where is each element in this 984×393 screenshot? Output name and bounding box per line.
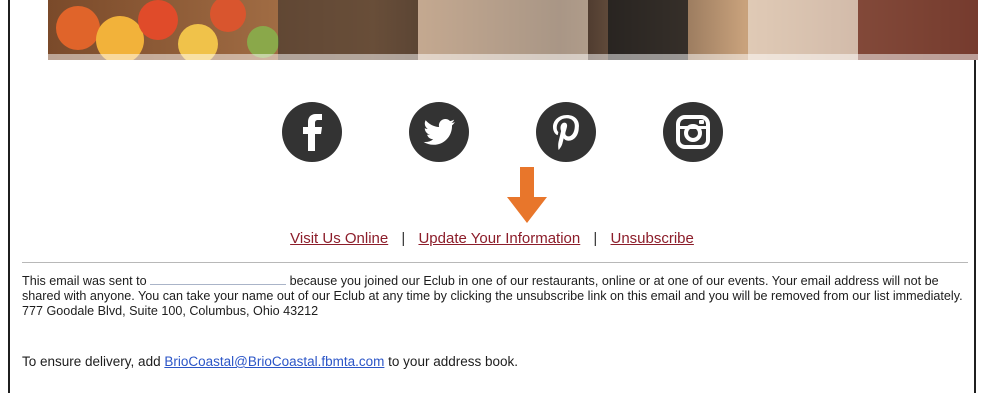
unsubscribe-link[interactable]: Unsubscribe <box>611 230 694 247</box>
sender-email-link[interactable]: BrioCoastal@BrioCoastal.fbmta.com <box>164 354 384 369</box>
footer-links: Visit Us Online | Update Your Informatio… <box>10 230 974 247</box>
disclaimer-text: This email was sent to because you joine… <box>22 274 972 319</box>
separator: | <box>401 230 406 247</box>
separator: | <box>593 230 598 247</box>
down-arrow-icon <box>507 167 547 223</box>
delivery-note: To ensure delivery, add BrioCoastal@Brio… <box>22 354 518 369</box>
delivery-prefix: To ensure delivery, add <box>22 354 161 369</box>
recipient-email-blank <box>150 274 287 285</box>
delivery-suffix: to your address book. <box>388 354 518 369</box>
update-information-link[interactable]: Update Your Information <box>418 230 580 247</box>
email-frame: Visit Us Online | Update Your Informatio… <box>8 0 978 393</box>
facebook-icon[interactable] <box>281 101 343 163</box>
hero-image <box>48 0 978 60</box>
social-links <box>10 101 974 163</box>
divider <box>22 262 968 263</box>
visit-us-online-link[interactable]: Visit Us Online <box>290 230 388 247</box>
pinterest-icon[interactable] <box>535 101 597 163</box>
twitter-icon[interactable] <box>408 101 470 163</box>
instagram-icon[interactable] <box>662 101 724 163</box>
disclaimer-part1: This email was sent to <box>22 274 147 288</box>
